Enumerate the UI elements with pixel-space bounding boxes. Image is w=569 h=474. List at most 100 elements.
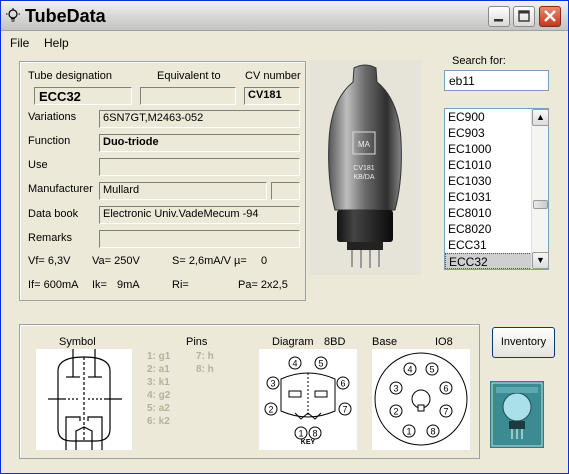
base-pin: 6 bbox=[439, 381, 453, 395]
search-label: Search for: bbox=[452, 55, 506, 67]
svg-text:2: 2 bbox=[393, 407, 398, 417]
variations-label: Variations bbox=[28, 111, 77, 123]
equivalent-field[interactable] bbox=[140, 87, 236, 105]
svg-text:8: 8 bbox=[312, 429, 317, 439]
maximize-button[interactable] bbox=[513, 6, 535, 27]
menu-bar: File Help bbox=[1, 32, 568, 52]
close-button[interactable] bbox=[539, 6, 561, 27]
pin-entry: 2: a1 bbox=[147, 364, 170, 375]
base-pin: 3 bbox=[389, 381, 403, 395]
ik-label: Ik= bbox=[92, 279, 107, 291]
scroll-up-button[interactable]: ▲ bbox=[532, 109, 549, 126]
tube-brand-label: MA bbox=[358, 140, 371, 149]
scroll-down-button[interactable]: ▼ bbox=[532, 252, 549, 269]
tube-designation-label: Tube designation bbox=[28, 70, 112, 82]
svg-text:8: 8 bbox=[430, 427, 435, 437]
svg-text:2: 2 bbox=[268, 405, 273, 415]
ri-label: Ri= bbox=[172, 279, 189, 291]
svg-text:7: 7 bbox=[443, 407, 448, 417]
tube-thumbnail bbox=[490, 381, 544, 448]
variations-field[interactable]: 6SN7GT,M2463-052 bbox=[99, 110, 300, 128]
manufacturer-extra-field[interactable] bbox=[271, 182, 300, 200]
cv-number-label: CV number bbox=[245, 70, 301, 82]
base-pin: 2 bbox=[389, 404, 403, 418]
function-label: Function bbox=[28, 135, 71, 147]
tube-code-label: KB/DA bbox=[353, 174, 374, 181]
pin-entry: 3: k1 bbox=[147, 377, 170, 388]
svg-text:5: 5 bbox=[429, 365, 434, 375]
pin-entry: 5: a2 bbox=[147, 403, 170, 414]
title-bar[interactable]: TubeData bbox=[1, 1, 568, 31]
cv-number-field[interactable]: CV181 bbox=[244, 87, 300, 105]
diagram-pin: 3 bbox=[266, 376, 280, 390]
pin-entry: 4: g2 bbox=[147, 390, 171, 401]
minimize-button[interactable] bbox=[488, 6, 510, 27]
svg-text:5: 5 bbox=[318, 359, 323, 369]
close-icon bbox=[544, 10, 556, 22]
svg-text:6: 6 bbox=[340, 379, 345, 389]
mu-value: 0 bbox=[261, 255, 268, 267]
minimize-icon bbox=[494, 19, 503, 22]
base-code: IO8 bbox=[435, 336, 453, 348]
tube-thumbnail-icon bbox=[491, 382, 543, 447]
tube-designation-field[interactable]: ECC32 bbox=[34, 87, 132, 105]
base-label: Base bbox=[372, 336, 398, 348]
svg-text:1: 1 bbox=[406, 427, 411, 437]
svg-text:1: 1 bbox=[298, 429, 303, 439]
scroll-thumb[interactable] bbox=[533, 200, 548, 209]
pin-entry: 6: k2 bbox=[147, 416, 170, 427]
base-pin: 8 bbox=[426, 424, 440, 438]
diagram-pin: 8 bbox=[308, 426, 322, 440]
manufacturer-field[interactable]: Mullard bbox=[99, 182, 267, 200]
use-field[interactable] bbox=[99, 158, 300, 176]
svg-text:3: 3 bbox=[393, 384, 398, 394]
diagram-box: KEY 1 2 3 4 5 6 7 8 bbox=[259, 349, 357, 450]
databook-field[interactable]: Electronic Univ.VadeMecum -94 bbox=[99, 206, 300, 224]
base-pin: 1 bbox=[402, 424, 416, 438]
list-scrollbar[interactable]: ▲ ▼ bbox=[531, 109, 549, 269]
svg-text:3: 3 bbox=[270, 379, 275, 389]
function-field[interactable]: Duo-triode bbox=[99, 134, 300, 152]
window-title: TubeData bbox=[25, 6, 106, 26]
vf-value: Vf= 6,3V bbox=[28, 255, 71, 267]
svg-text:7: 7 bbox=[342, 405, 347, 415]
remarks-field[interactable] bbox=[99, 230, 300, 248]
base-layout-icon: 12 34 56 78 bbox=[374, 352, 468, 446]
diagram-pin: 1 bbox=[294, 426, 308, 440]
s-value: S= 2,6mA/V bbox=[172, 255, 232, 267]
base-pin: 5 bbox=[425, 362, 439, 376]
inventory-button[interactable]: Inventory bbox=[492, 327, 555, 358]
triode-symbol-icon bbox=[48, 349, 122, 450]
tube-photo: MA CV181 KB/DA bbox=[309, 60, 421, 275]
base-box: 12 34 56 78 bbox=[372, 349, 470, 450]
maximize-icon bbox=[518, 10, 530, 22]
pin-entry: 8: h bbox=[196, 364, 214, 375]
pin-diagram-icon: KEY 1 2 3 4 5 6 7 8 bbox=[264, 356, 352, 446]
ik-value: 9mA bbox=[117, 279, 140, 291]
symbol-box bbox=[36, 349, 132, 450]
pa-value: Pa= 2x2,5 bbox=[238, 279, 288, 291]
remarks-label: Remarks bbox=[28, 232, 73, 244]
tube-cv-label: CV181 bbox=[353, 165, 375, 172]
tube-image: MA CV181 KB/DA bbox=[328, 64, 402, 268]
if-value: If= 600mA bbox=[28, 279, 79, 291]
search-input[interactable] bbox=[444, 70, 549, 91]
equivalent-label: Equivalent to bbox=[157, 70, 221, 82]
base-pin: 7 bbox=[439, 404, 453, 418]
pin-entry: 1: g1 bbox=[147, 351, 171, 362]
svg-text:4: 4 bbox=[407, 365, 412, 375]
diagram-code: 8BD bbox=[324, 336, 346, 348]
pins-label: Pins bbox=[186, 336, 208, 348]
menu-help[interactable]: Help bbox=[44, 36, 69, 50]
tube-list[interactable]: EC900 EC903 EC1000 EC1010 EC1030 EC1031 EC8010… bbox=[444, 108, 549, 270]
mu-label: µ= bbox=[234, 255, 247, 267]
symbol-label: Symbol bbox=[59, 336, 96, 348]
manufacturer-label: Manufacturer bbox=[28, 183, 93, 195]
menu-file[interactable]: File bbox=[10, 36, 29, 50]
diagram-pin: 2 bbox=[264, 402, 278, 416]
diagram-pin: 4 bbox=[288, 356, 302, 370]
lightbulb-icon bbox=[6, 8, 20, 22]
diagram-pin: 6 bbox=[336, 376, 350, 390]
use-label: Use bbox=[28, 159, 48, 171]
app-window: TubeData File Help Tube designation Equi… bbox=[0, 0, 569, 474]
